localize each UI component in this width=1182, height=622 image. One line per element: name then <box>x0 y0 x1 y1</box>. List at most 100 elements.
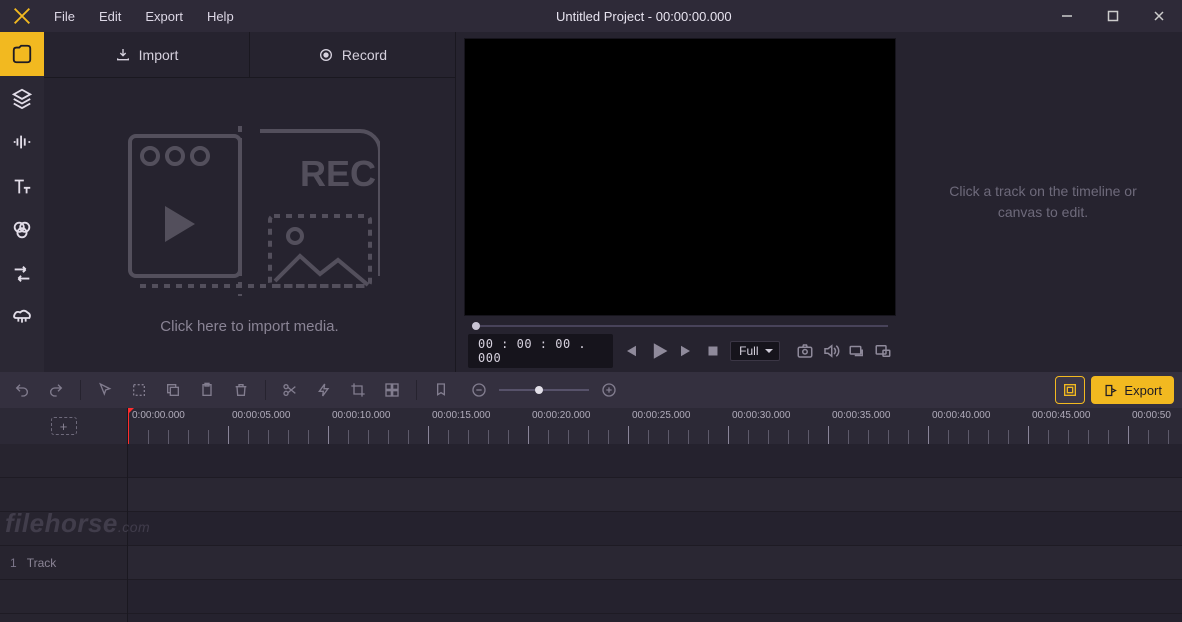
import-tab[interactable]: Import <box>44 32 249 77</box>
zoom-in-button[interactable] <box>595 376 623 404</box>
select-tool[interactable] <box>125 376 153 404</box>
add-track-cell: + <box>0 408 128 444</box>
track-row[interactable] <box>128 512 1182 546</box>
preview-panel: 00 : 00 : 00 . 000 Full <box>456 32 1182 372</box>
volume-button[interactable] <box>822 341 840 361</box>
sidebar <box>0 32 44 372</box>
copy-button[interactable] <box>159 376 187 404</box>
minimize-button[interactable] <box>1044 0 1090 32</box>
redo-button[interactable] <box>42 376 70 404</box>
maximize-button[interactable] <box>1090 0 1136 32</box>
track-1-header[interactable]: Track <box>0 546 127 580</box>
paste-button[interactable] <box>193 376 221 404</box>
ruler-label: 00:00:20.000 <box>532 410 590 421</box>
zoom-knob[interactable] <box>535 386 543 394</box>
ruler-label: 00:00:15.000 <box>432 410 490 421</box>
scrub-bar[interactable] <box>464 316 896 336</box>
close-button[interactable] <box>1136 0 1182 32</box>
app-logo <box>0 0 44 32</box>
autofit-button[interactable] <box>1055 376 1085 404</box>
main-area: Import Record REC <box>0 32 1182 372</box>
timeline-toolbar: Export <box>0 372 1182 408</box>
spacer-track-header <box>0 512 127 546</box>
ruler-label: 00:00:45.000 <box>1032 410 1090 421</box>
track-row[interactable] <box>128 580 1182 614</box>
media-dropzone[interactable]: REC Click here to import media. <box>44 78 455 372</box>
crop-button[interactable] <box>344 376 372 404</box>
speed-button[interactable] <box>310 376 338 404</box>
track-row[interactable] <box>128 546 1182 580</box>
timeline-ruler[interactable]: 0:00:00.000 00:00:05.000 00:00:10.000 00:00… <box>128 408 1182 444</box>
prev-frame-button[interactable] <box>621 341 639 361</box>
group-button[interactable] <box>378 376 406 404</box>
cursor-tool[interactable] <box>91 376 119 404</box>
ruler-label: 00:00:05.000 <box>232 410 290 421</box>
spacer-track-header <box>0 478 127 512</box>
delete-button[interactable] <box>227 376 255 404</box>
media-panel: Import Record REC <box>44 32 456 372</box>
add-track-button[interactable]: + <box>51 417 77 435</box>
timeline: + 0:00:00.000 00:00:05.000 00:00:10.000 00:… <box>0 408 1182 622</box>
record-tab[interactable]: Record <box>249 32 455 77</box>
properties-placeholder: Click a track on the timeline or canvas … <box>932 181 1154 223</box>
scrub-knob[interactable] <box>472 322 480 330</box>
sidebar-layers[interactable] <box>0 76 44 120</box>
undo-button[interactable] <box>8 376 36 404</box>
snapshot-button[interactable] <box>796 341 814 361</box>
export-icon <box>1103 383 1118 398</box>
sidebar-transitions[interactable] <box>0 252 44 296</box>
track-row[interactable] <box>128 444 1182 478</box>
dropzone-hint: Click here to import media. <box>160 318 338 335</box>
track-headers: Track <box>0 444 128 622</box>
window-title: Untitled Project - 00:00:00.000 <box>244 9 1044 24</box>
menu-help[interactable]: Help <box>197 3 244 30</box>
ruler-label: 00:00:25.000 <box>632 410 690 421</box>
spacer-track-header <box>0 580 127 614</box>
zoom-slider[interactable] <box>499 389 589 391</box>
playhead[interactable] <box>128 408 129 444</box>
marker-button[interactable] <box>427 376 455 404</box>
track-row[interactable] <box>128 478 1182 512</box>
ruler-label: 00:00:40.000 <box>932 410 990 421</box>
preview-column: 00 : 00 : 00 . 000 Full <box>456 32 904 372</box>
detach-preview-button[interactable] <box>848 341 866 361</box>
preview-canvas[interactable] <box>464 38 896 316</box>
sidebar-media[interactable] <box>0 32 44 76</box>
fullscreen-button[interactable] <box>874 341 892 361</box>
divider <box>80 380 81 400</box>
export-button[interactable]: Export <box>1091 376 1174 404</box>
sidebar-elements[interactable] <box>0 296 44 340</box>
ruler-label: 00:00:50 <box>1132 410 1171 421</box>
export-label: Export <box>1124 383 1162 398</box>
record-icon <box>318 47 334 63</box>
play-button[interactable] <box>647 338 670 364</box>
sidebar-filters[interactable] <box>0 208 44 252</box>
menu-file[interactable]: File <box>44 3 85 30</box>
track-lanes[interactable] <box>128 444 1182 622</box>
timeline-ruler-row: + 0:00:00.000 00:00:05.000 00:00:10.000 00:… <box>0 408 1182 444</box>
ruler-ticks-major <box>128 426 1182 444</box>
ruler-label: 00:00:30.000 <box>732 410 790 421</box>
ruler-label: 0:00:00.000 <box>132 410 185 421</box>
menu-edit[interactable]: Edit <box>89 3 131 30</box>
stop-button[interactable] <box>704 341 722 361</box>
main-menu: File Edit Export Help <box>44 3 244 30</box>
zoom-out-button[interactable] <box>465 376 493 404</box>
divider <box>416 380 417 400</box>
import-label: Import <box>139 47 179 63</box>
ruler-label: 00:00:35.000 <box>832 410 890 421</box>
menu-export[interactable]: Export <box>135 3 193 30</box>
sidebar-text[interactable] <box>0 164 44 208</box>
split-button[interactable] <box>276 376 304 404</box>
dropzone-graphic: REC <box>120 116 380 306</box>
spacer-track-header <box>0 444 127 478</box>
preview-zoom-select[interactable]: Full <box>730 341 780 361</box>
scrub-track[interactable] <box>472 325 888 327</box>
zoom-control <box>465 376 623 404</box>
next-frame-button[interactable] <box>678 341 696 361</box>
track-1-label: Track <box>27 556 57 570</box>
ruler-label: 00:00:10.000 <box>332 410 390 421</box>
media-tabs: Import Record <box>44 32 455 78</box>
sidebar-audio[interactable] <box>0 120 44 164</box>
properties-panel: Click a track on the timeline or canvas … <box>904 32 1182 372</box>
